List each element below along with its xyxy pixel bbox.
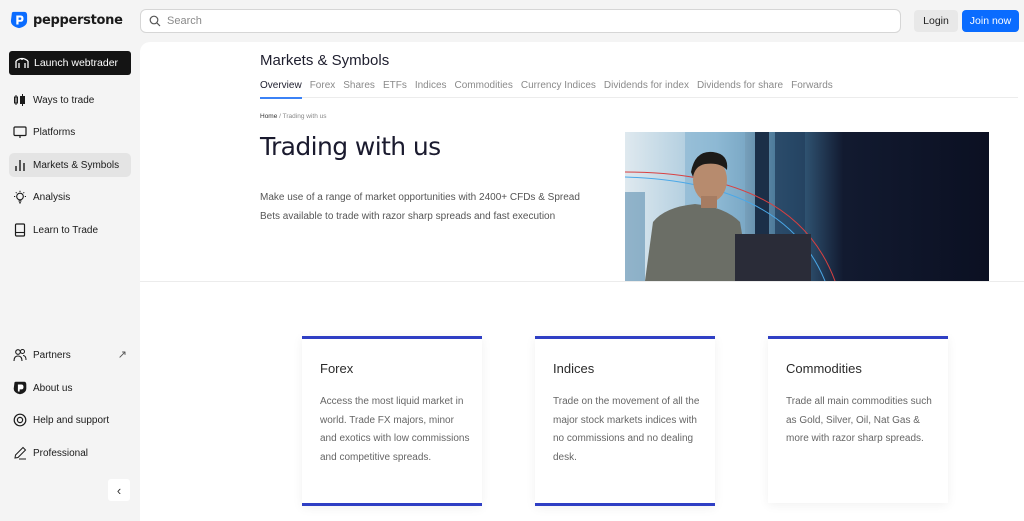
card-title: Forex: [320, 361, 354, 376]
sidebar-item-label: Platforms: [33, 126, 76, 138]
breadcrumb-current: Trading with us: [282, 113, 327, 120]
launch-webtrader-label: Launch webtrader: [34, 57, 119, 69]
tab-dividends-share[interactable]: Dividends for share: [697, 80, 783, 98]
main-content: Markets & Symbols Overview Forex Shares …: [140, 42, 1024, 521]
page-title: Markets & Symbols: [260, 52, 390, 69]
sidebar-item-label: About us: [33, 382, 73, 394]
tab-forwards[interactable]: Forwards: [791, 80, 833, 98]
book-icon: [13, 223, 27, 237]
external-link-icon: ↗: [117, 349, 127, 361]
tab-indices[interactable]: Indices: [415, 80, 447, 98]
lifebuoy-icon: [13, 413, 27, 427]
sidebar-item-label: Analysis: [33, 191, 71, 203]
sidebar-item-learn-to-trade[interactable]: Learn to Trade: [9, 218, 131, 242]
brand-logo[interactable]: pepperstone: [10, 11, 123, 29]
hero-description: Make use of a range of market opportunit…: [260, 192, 580, 222]
sidebar-item-label: Markets & Symbols: [33, 159, 120, 171]
sidebar: Launch webtrader Ways to trade Platforms…: [0, 42, 140, 521]
join-now-button[interactable]: Join now: [962, 10, 1019, 32]
tab-currency-indices[interactable]: Currency Indices: [521, 80, 596, 98]
sidebar-item-platforms[interactable]: Platforms: [9, 120, 131, 144]
sidebar-item-label: Professional: [33, 447, 89, 459]
card-forex[interactable]: Forex Access the most liquid market in w…: [302, 336, 482, 506]
sidebar-item-about-us[interactable]: About us: [9, 376, 131, 400]
top-bar: pepperstone Login Join now: [0, 0, 1024, 42]
card-title: Indices: [553, 361, 595, 376]
tab-dividends-index[interactable]: Dividends for index: [604, 80, 689, 98]
card-next-border: [302, 503, 482, 506]
card-next-partial: [535, 509, 715, 521]
sidebar-item-markets-symbols[interactable]: Markets & Symbols: [9, 153, 131, 177]
tab-shares[interactable]: Shares: [343, 80, 375, 98]
card-description: Trade all main commodities such as Gold,…: [786, 396, 932, 445]
sidebar-item-partners[interactable]: Partners ↗: [9, 343, 131, 367]
collapse-sidebar-button[interactable]: ‹: [108, 479, 130, 501]
sidebar-item-analysis[interactable]: Analysis: [9, 185, 131, 209]
search-box[interactable]: [140, 9, 901, 33]
tab-overview[interactable]: Overview: [260, 80, 302, 99]
pepperstone-logo-icon: [10, 11, 28, 29]
sidebar-item-help-support[interactable]: Help and support: [9, 408, 131, 432]
tab-commodities[interactable]: Commodities: [455, 80, 513, 98]
sidebar-item-professional[interactable]: Professional: [9, 441, 131, 465]
pepperstone-logo-icon: [13, 381, 27, 395]
card-next-border: [535, 503, 715, 506]
webtrader-icon: [15, 57, 29, 68]
chevron-left-icon: ‹: [116, 482, 122, 498]
sidebar-item-label: Ways to trade: [33, 94, 95, 106]
pen-icon: [13, 446, 27, 460]
brand-name: pepperstone: [33, 12, 123, 28]
lightbulb-icon: [13, 190, 27, 204]
search-input[interactable]: [167, 15, 867, 27]
card-title: Commodities: [786, 361, 862, 376]
card-indices[interactable]: Indices Trade on the movement of all the…: [535, 336, 715, 506]
section-divider: [140, 281, 1024, 282]
search-icon: [149, 15, 161, 27]
monitor-icon: [13, 125, 27, 139]
sidebar-item-ways-to-trade[interactable]: Ways to trade: [9, 88, 131, 112]
card-description: Access the most liquid market in world. …: [320, 396, 470, 463]
users-icon: [13, 348, 27, 362]
tabs-bar: Overview Forex Shares ETFs Indices Commo…: [260, 80, 1018, 99]
card-commodities[interactable]: Commodities Trade all main commodities s…: [768, 336, 948, 503]
hero-image: [625, 132, 989, 281]
tab-etfs[interactable]: ETFs: [383, 80, 407, 98]
breadcrumb: Home / Trading with us: [260, 113, 327, 120]
hero-title: Trading with us: [260, 132, 441, 161]
launch-webtrader-button[interactable]: Launch webtrader: [9, 51, 131, 75]
sidebar-item-label: Learn to Trade: [33, 224, 99, 236]
login-button[interactable]: Login: [914, 10, 958, 32]
sidebar-item-label: Partners: [33, 349, 71, 361]
card-description: Trade on the movement of all the major s…: [553, 396, 700, 463]
sidebar-item-label: Help and support: [33, 414, 110, 426]
tab-forex[interactable]: Forex: [310, 80, 336, 98]
bar-chart-icon: [13, 158, 27, 172]
candlestick-icon: [13, 93, 27, 107]
breadcrumb-home[interactable]: Home: [260, 113, 277, 120]
